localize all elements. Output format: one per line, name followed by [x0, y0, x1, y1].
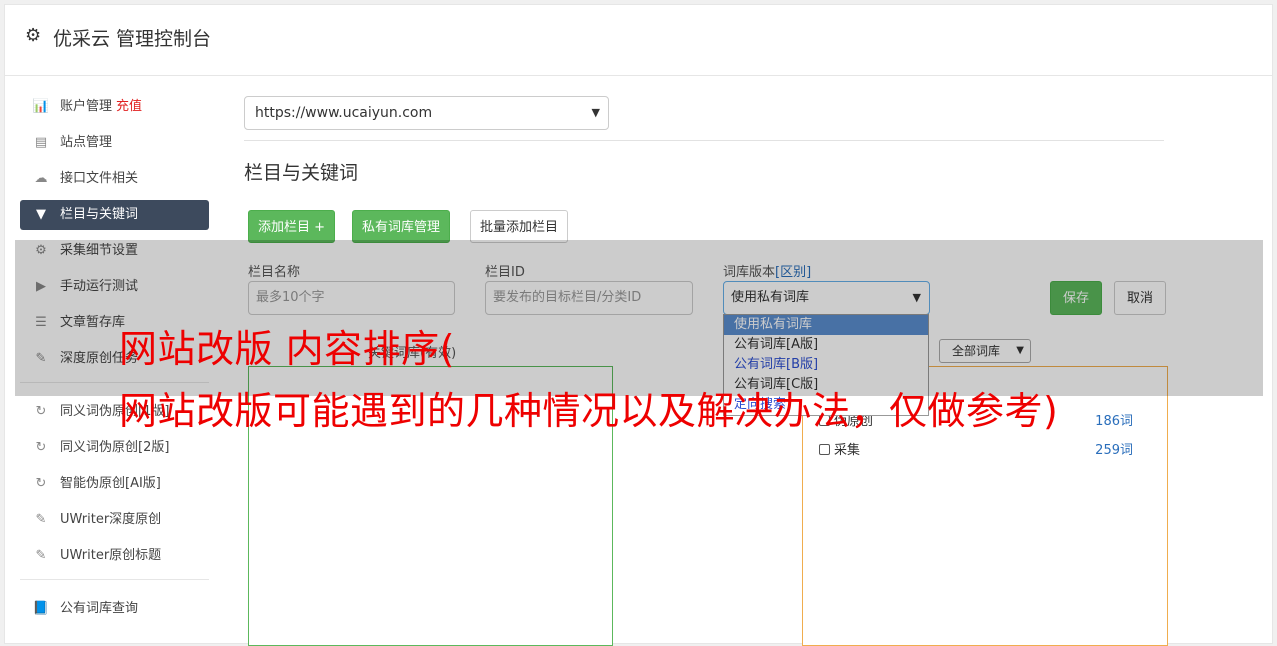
divider	[244, 140, 1164, 141]
filter-icon: ▼	[36, 207, 46, 222]
sidebar-item-synonym-v2[interactable]: ↻ 同义词伪原创[2版]	[20, 433, 209, 463]
batch-add-column-button[interactable]: 批量添加栏目	[470, 210, 569, 243]
refresh-icon: ↻	[35, 404, 47, 419]
sidebar-item-columns[interactable]: ▼ 栏目与关键词	[20, 200, 209, 230]
sidebar-item-ai-original[interactable]: ↻ 智能伪原创[AI版]	[20, 469, 209, 499]
sidebar-item-uwriter-title[interactable]: ✎ UWriter原创标题	[20, 541, 209, 571]
private-lib-button[interactable]: 私有词库管理	[352, 210, 451, 243]
server-icon: ▤	[34, 135, 48, 150]
sidebar-item-uwriter-deep[interactable]: ✎ UWriter深度原创	[20, 505, 209, 535]
word-count: 186词	[1095, 414, 1133, 429]
site-select[interactable]: https://www.ucaiyun.com ▼	[244, 96, 609, 130]
word-count: 259词	[1095, 443, 1133, 458]
sidebar-item-public-lib[interactable]: 📘 公有词库查询	[20, 594, 209, 624]
book-icon: 📘	[32, 601, 50, 616]
sidebar-item-label: 同义词伪原创[2版]	[60, 440, 170, 455]
sidebar-item-account[interactable]: 📊 账户管理 充值	[20, 92, 209, 122]
bar-chart-icon: 📊	[32, 99, 50, 114]
sidebar-item-sites[interactable]: ▤ 站点管理	[20, 128, 209, 158]
add-column-button[interactable]: 添加栏目 +	[248, 210, 336, 243]
page-title: 优采云 管理控制台	[53, 28, 212, 50]
sidebar-item-label: 账户管理	[60, 99, 113, 114]
sidebar-item-label: 栏目与关键词	[60, 207, 139, 222]
sidebar-item-label: 接口文件相关	[60, 171, 139, 186]
overlay-title-line-2: 网站改版可能遇到的几种情况以及解决办法，仅做参考)	[119, 389, 1059, 433]
word-lib-name: 采集	[834, 443, 861, 458]
refresh-icon: ↻	[35, 440, 47, 455]
recharge-link[interactable]: 充值	[116, 99, 142, 114]
sidebar-item-label: 公有词库查询	[60, 601, 139, 616]
sidebar-item-interface[interactable]: ☁ 接口文件相关	[20, 164, 209, 194]
sidebar-item-label: 站点管理	[60, 135, 113, 150]
sidebar-item-label: UWriter原创标题	[60, 548, 162, 563]
cloud-upload-icon: ☁	[34, 171, 48, 186]
gear-icon: ⚙	[25, 25, 42, 46]
header: ⚙ 优采云 管理控制台	[5, 5, 1272, 76]
sidebar-divider	[20, 579, 209, 580]
list-item[interactable]: 采集 259词	[819, 440, 1149, 462]
refresh-icon: ↻	[35, 476, 47, 491]
checkbox[interactable]	[819, 444, 830, 455]
chevron-down-icon: ▼	[591, 106, 600, 119]
sidebar-item-label: UWriter深度原创	[60, 512, 162, 527]
overlay-title-line-1: 网站改版 内容排序(	[119, 327, 455, 371]
edit-icon: ✎	[35, 548, 47, 563]
edit-icon: ✎	[35, 512, 47, 527]
sidebar-item-label: 智能伪原创[AI版]	[60, 476, 161, 491]
site-select-value: https://www.ucaiyun.com	[255, 105, 433, 121]
section-title: 栏目与关键词	[244, 162, 359, 184]
